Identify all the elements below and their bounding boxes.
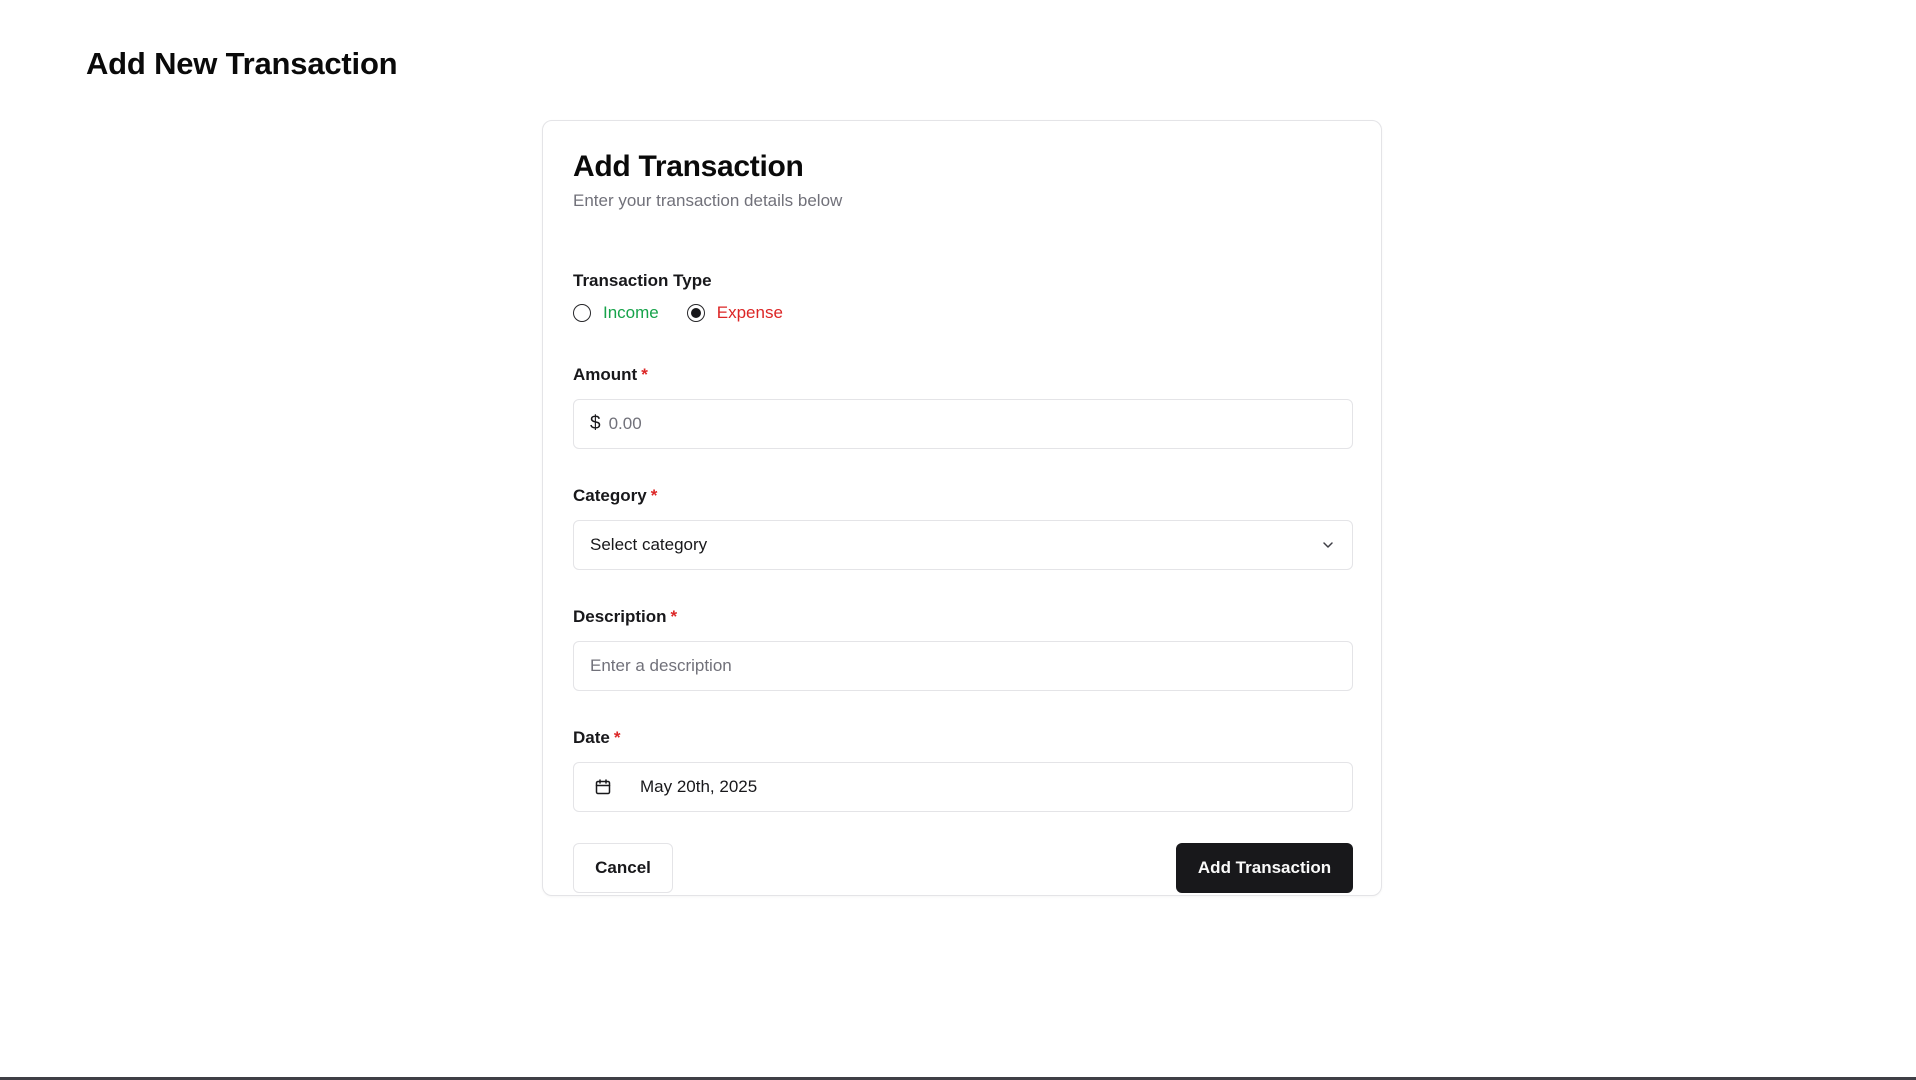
expense-radio-option[interactable]: Expense (686, 303, 783, 323)
cancel-button[interactable]: Cancel (573, 843, 673, 893)
page: Add New Transaction Add Transaction Ente… (0, 0, 1916, 1080)
calendar-icon (594, 777, 614, 797)
chevron-down-icon (1320, 537, 1336, 553)
transaction-form-card: Add Transaction Enter your transaction d… (542, 120, 1382, 896)
date-picker-button[interactable]: May 20th, 2025 (573, 762, 1353, 812)
category-label: Category * (573, 486, 1353, 506)
form-actions: Cancel Add Transaction (573, 843, 1353, 893)
date-field-group: Date * May 20th, 2025 (573, 728, 1353, 812)
date-label-text: Date (573, 728, 610, 747)
category-field-group: Category * Select category (573, 486, 1353, 570)
card-title: Add Transaction (573, 150, 804, 183)
expense-radio[interactable] (686, 304, 705, 322)
expense-radio-selected-dot (690, 308, 701, 318)
expense-radio-label[interactable]: Expense (717, 303, 783, 323)
amount-field-group: Amount * $ (573, 365, 1353, 449)
transaction-type-radio-group: Income Expense (573, 303, 811, 323)
page-title: Add New Transaction (86, 46, 398, 81)
amount-label: Amount * (573, 365, 1353, 385)
category-label-text: Category (573, 486, 647, 505)
description-label: Description * (573, 607, 1353, 627)
description-required-mark: * (670, 607, 678, 626)
amount-input-box[interactable]: $ (573, 399, 1353, 449)
income-radio[interactable] (573, 304, 591, 322)
description-input[interactable] (590, 656, 1336, 676)
category-select[interactable]: Select category (573, 520, 1353, 570)
category-select-value: Select category (590, 535, 708, 554)
category-required-mark: * (650, 486, 658, 505)
date-required-mark: * (613, 728, 621, 747)
transaction-type-label: Transaction Type (573, 271, 712, 290)
income-radio-option[interactable]: Income (573, 303, 659, 323)
amount-input[interactable] (608, 414, 1336, 434)
transaction-type-group: Transaction Type Income Expense (573, 271, 811, 323)
income-radio-label[interactable]: Income (603, 303, 659, 323)
currency-symbol: $ (590, 413, 601, 434)
date-label: Date * (573, 728, 1353, 748)
date-value: May 20th, 2025 (640, 777, 758, 796)
description-field-group: Description * (573, 607, 1353, 691)
amount-required-mark: * (641, 365, 648, 384)
amount-label-text: Amount (573, 365, 638, 384)
description-input-box[interactable] (573, 641, 1353, 691)
add-transaction-button[interactable]: Add Transaction (1176, 843, 1353, 893)
card-content: Add Transaction Enter your transaction d… (573, 149, 1353, 893)
description-label-text: Description (573, 607, 667, 626)
card-subtitle: Enter your transaction details below (573, 191, 843, 210)
